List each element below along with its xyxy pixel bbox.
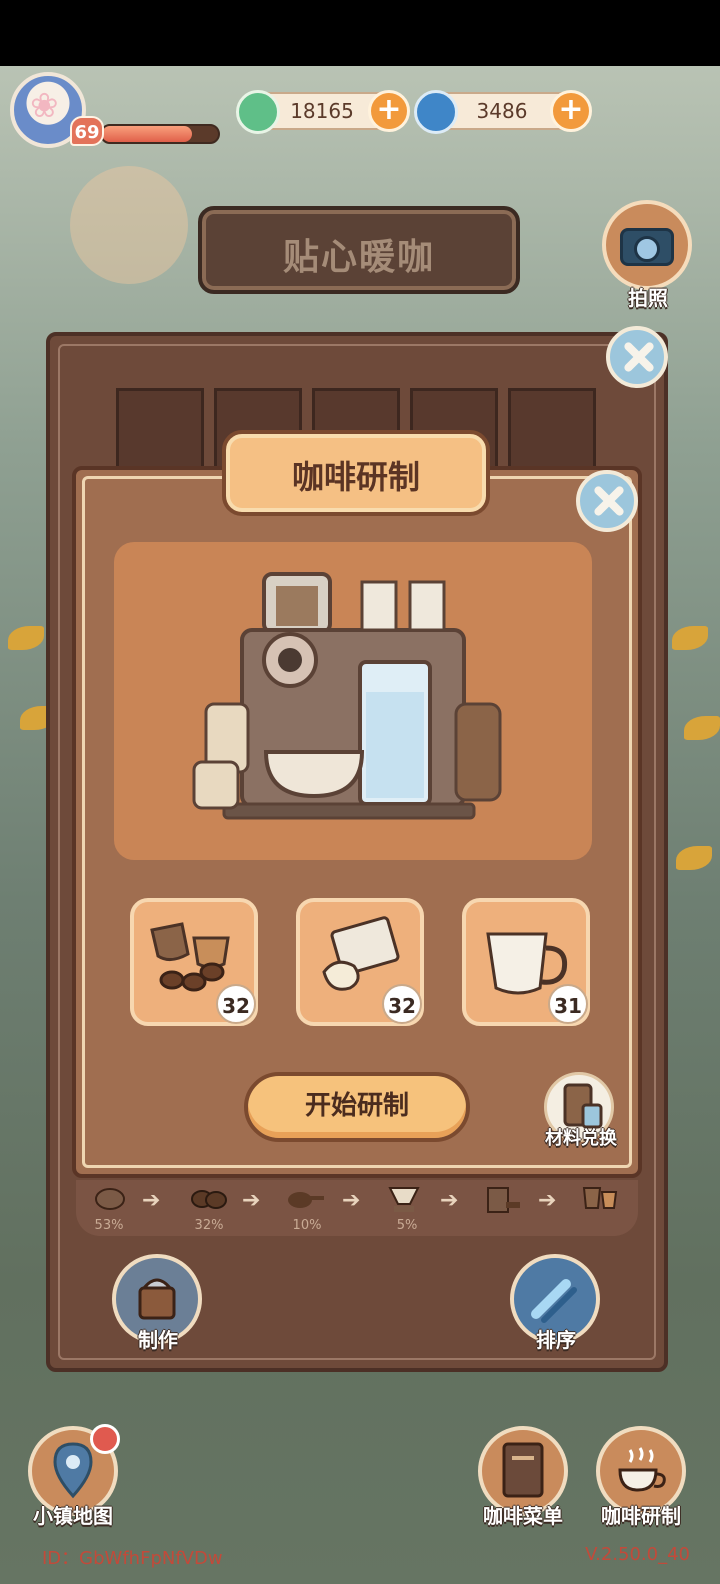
coffee-machine-icon bbox=[192, 572, 502, 820]
status-bar bbox=[0, 0, 720, 66]
modal-title: 咖啡研制 bbox=[291, 458, 420, 496]
material-exchange-label: 材料兑换 bbox=[545, 1128, 617, 1149]
ginkgo-leaf-decoration bbox=[684, 716, 720, 740]
version-label: V.2.50.0_40 bbox=[585, 1544, 690, 1565]
make-label: 制作 bbox=[138, 1328, 178, 1352]
arrow-right-icon: ➔ bbox=[538, 1188, 557, 1213]
xp-bar bbox=[100, 124, 220, 144]
add-swirl-button[interactable]: + bbox=[550, 90, 592, 132]
arrow-right-icon: ➔ bbox=[440, 1188, 459, 1213]
sun-decoration bbox=[70, 166, 188, 284]
roasted-beans-icon bbox=[188, 1182, 228, 1216]
camera-lens-icon bbox=[634, 236, 660, 262]
ingredient-coffee[interactable]: 32 bbox=[130, 898, 258, 1026]
mint-value: 18165 bbox=[290, 99, 354, 123]
ingredient-count: 32 bbox=[216, 984, 256, 1024]
coffee-cups-icon bbox=[580, 1182, 620, 1216]
ingredient-sugar[interactable]: 32 bbox=[296, 898, 424, 1026]
player-id: ID：GbWfhFpNfVDw bbox=[42, 1548, 223, 1569]
modal-title-plate: 咖啡研制 bbox=[222, 430, 490, 516]
pour-over-icon bbox=[384, 1182, 424, 1216]
bunny-icon: ❀ bbox=[30, 86, 59, 126]
arrow-right-icon: ➔ bbox=[142, 1188, 161, 1213]
coffee-menu-label: 咖啡菜单 bbox=[483, 1504, 563, 1528]
coffee-research-label: 咖啡研制 bbox=[601, 1504, 681, 1528]
coffee-machine-panel bbox=[114, 542, 592, 860]
press-tool-icon bbox=[480, 1182, 520, 1216]
process-percent: 5% bbox=[396, 1218, 418, 1233]
ginkgo-leaf-decoration bbox=[8, 626, 44, 650]
swirl-value: 3486 bbox=[476, 99, 528, 123]
sort-label: 排序 bbox=[536, 1328, 576, 1352]
notification-dot bbox=[90, 1424, 120, 1454]
camera-button[interactable] bbox=[602, 200, 692, 290]
arrow-right-icon: ➔ bbox=[342, 1188, 361, 1213]
blue-swirl-icon bbox=[414, 90, 458, 134]
ingredient-milk[interactable]: 31 bbox=[462, 898, 590, 1026]
process-percent: 32% bbox=[194, 1218, 224, 1233]
process-percent: 53% bbox=[94, 1218, 124, 1233]
process-percent: 10% bbox=[292, 1218, 322, 1233]
level-badge: 69 bbox=[70, 116, 104, 146]
ingredient-count: 32 bbox=[382, 984, 422, 1024]
camera-label: 拍照 bbox=[628, 286, 668, 310]
ginkgo-leaf-decoration bbox=[676, 846, 712, 870]
mint-leaf-icon bbox=[236, 90, 280, 134]
arrow-right-icon: ➔ bbox=[242, 1188, 261, 1213]
add-mint-button[interactable]: + bbox=[368, 90, 410, 132]
xp-bar-fill bbox=[102, 126, 193, 142]
ground-coffee-spoon-icon bbox=[284, 1182, 324, 1216]
town-map-label: 小镇地图 bbox=[33, 1504, 113, 1528]
start-research-button[interactable]: 开始研制 bbox=[244, 1072, 470, 1142]
location-title: 贴心暖咖 bbox=[282, 237, 435, 278]
mint-currency: 18165 + bbox=[236, 90, 410, 134]
shelf-slot[interactable] bbox=[508, 388, 596, 470]
ingredient-count: 31 bbox=[548, 984, 588, 1024]
ginkgo-leaf-decoration bbox=[672, 626, 708, 650]
back-close-button[interactable] bbox=[606, 326, 668, 388]
modal-close-button[interactable] bbox=[576, 470, 638, 532]
shelf-slot[interactable] bbox=[116, 388, 204, 470]
location-sign: 贴心暖咖 bbox=[198, 206, 520, 294]
coffee-bean-icon bbox=[90, 1182, 130, 1216]
swirl-currency: 3486 + bbox=[414, 90, 592, 134]
